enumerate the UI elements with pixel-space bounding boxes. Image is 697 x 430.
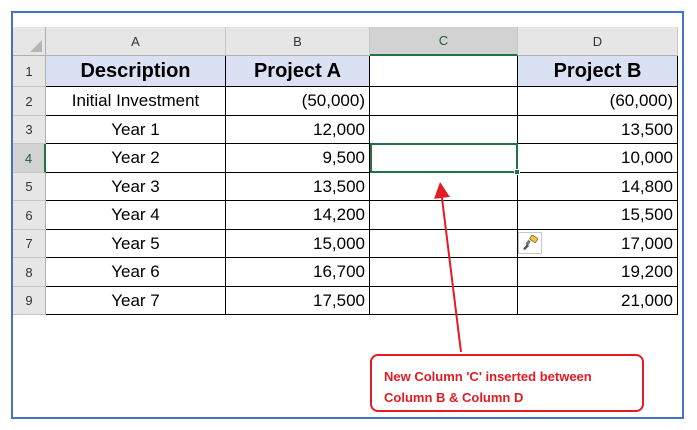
callout-line-2: Column B & Column D — [384, 390, 524, 405]
annotation-callout: New Column 'C' inserted between Column B… — [370, 354, 644, 412]
callout-line-1: New Column 'C' inserted between — [384, 369, 592, 384]
